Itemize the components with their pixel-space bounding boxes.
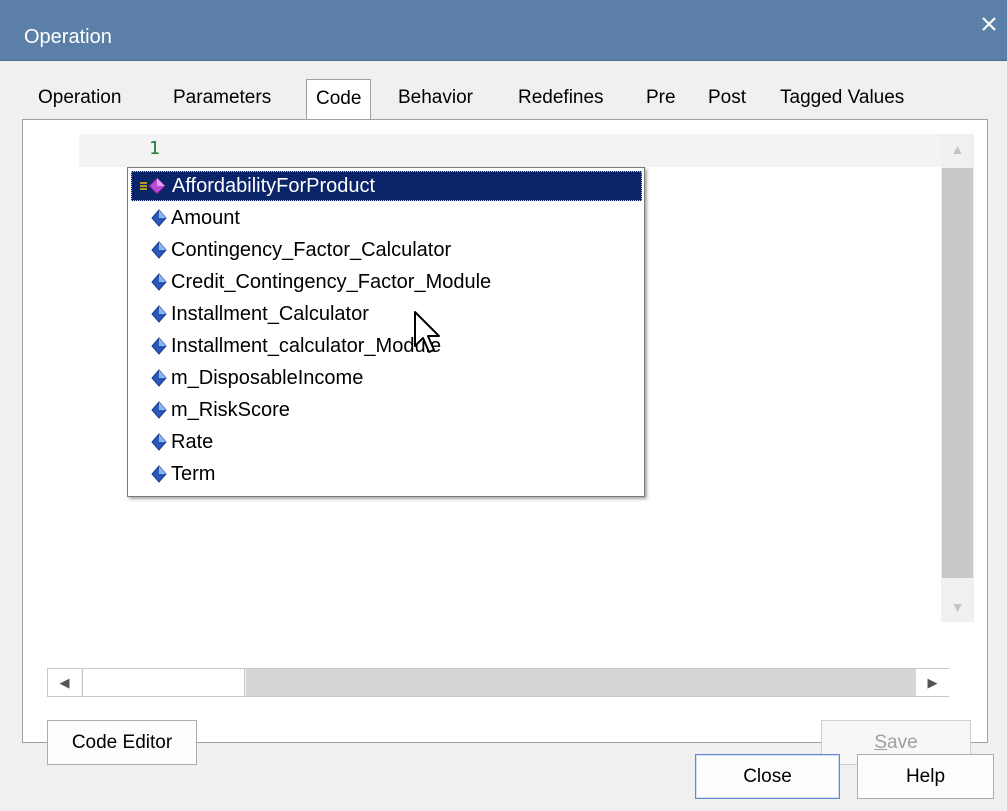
help-button[interactable]: Help bbox=[857, 754, 994, 799]
horizontal-scroll-thumb[interactable] bbox=[82, 669, 245, 696]
scroll-up-icon[interactable]: ▲ bbox=[941, 134, 974, 164]
attribute-icon bbox=[131, 235, 171, 265]
tab-operation[interactable]: Operation bbox=[38, 87, 121, 109]
tab-tagged-values[interactable]: Tagged Values bbox=[780, 87, 904, 109]
list-item[interactable]: Contingency_Factor_Calculator bbox=[131, 235, 642, 265]
save-mnemonic: S bbox=[874, 731, 888, 753]
vertical-scrollbar[interactable]: ▲ ▼ bbox=[941, 134, 974, 622]
tab-code[interactable]: Code bbox=[306, 79, 372, 122]
list-item-label: Installment_Calculator bbox=[171, 302, 369, 325]
list-item-label: Amount bbox=[171, 206, 240, 229]
vertical-scroll-thumb[interactable] bbox=[942, 168, 973, 578]
current-line-highlight bbox=[79, 134, 941, 167]
save-label-rest: ave bbox=[887, 731, 918, 753]
tab-parameters[interactable]: Parameters bbox=[173, 87, 271, 109]
list-item[interactable]: Installment_calculator_Module bbox=[131, 331, 642, 361]
horizontal-scroll-track[interactable] bbox=[246, 669, 916, 696]
attribute-icon bbox=[131, 427, 171, 457]
scroll-right-icon[interactable]: ▶ bbox=[916, 669, 949, 696]
attribute-icon bbox=[131, 203, 171, 233]
list-item-label: m_RiskScore bbox=[171, 398, 290, 421]
mouse-pointer-icon bbox=[414, 311, 440, 353]
horizontal-scrollbar[interactable]: ◀ ▶ bbox=[47, 668, 949, 697]
list-item-label: Installment_calculator_Module bbox=[171, 334, 442, 357]
tab-redefines[interactable]: Redefines bbox=[518, 87, 604, 109]
line-number: 1 bbox=[149, 138, 160, 159]
attribute-icon bbox=[131, 395, 171, 425]
list-item-label: Contingency_Factor_Calculator bbox=[171, 238, 452, 261]
list-item-label: Rate bbox=[171, 430, 214, 453]
close-button[interactable]: Close bbox=[695, 754, 840, 799]
list-item-label: AffordabilityForProduct bbox=[172, 174, 376, 197]
list-item[interactable]: m_RiskScore bbox=[131, 395, 642, 425]
tab-pre[interactable]: Pre bbox=[646, 87, 676, 109]
tab-post[interactable]: Post bbox=[708, 87, 746, 109]
method-icon bbox=[132, 171, 172, 201]
attribute-icon bbox=[131, 331, 171, 361]
list-item-label: Term bbox=[171, 462, 216, 485]
attribute-icon bbox=[131, 267, 171, 297]
scroll-left-icon[interactable]: ◀ bbox=[48, 669, 81, 696]
autocomplete-popup: AffordabilityForProduct Amount Contingen… bbox=[127, 167, 645, 497]
list-item[interactable]: Installment_Calculator bbox=[131, 299, 642, 329]
list-item[interactable]: Amount bbox=[131, 203, 642, 233]
scroll-down-icon[interactable]: ▼ bbox=[941, 592, 974, 622]
close-icon[interactable] bbox=[979, 14, 999, 34]
tab-behavior[interactable]: Behavior bbox=[398, 87, 473, 109]
title-bar: Operation bbox=[0, 0, 1007, 61]
attribute-icon bbox=[131, 299, 171, 329]
list-item[interactable]: Credit_Contingency_Factor_Module bbox=[131, 267, 642, 297]
list-item[interactable]: Term bbox=[131, 459, 642, 489]
attribute-icon bbox=[131, 459, 171, 489]
list-item-label: Credit_Contingency_Factor_Module bbox=[171, 270, 492, 293]
code-editor-button[interactable]: Code Editor bbox=[47, 720, 197, 765]
list-item-label: m_DisposableIncome bbox=[171, 366, 364, 389]
list-item[interactable]: m_DisposableIncome bbox=[131, 363, 642, 393]
window-title: Operation bbox=[24, 26, 112, 48]
list-item[interactable]: AffordabilityForProduct bbox=[131, 171, 642, 201]
attribute-icon bbox=[131, 363, 171, 393]
list-item[interactable]: Rate bbox=[131, 427, 642, 457]
